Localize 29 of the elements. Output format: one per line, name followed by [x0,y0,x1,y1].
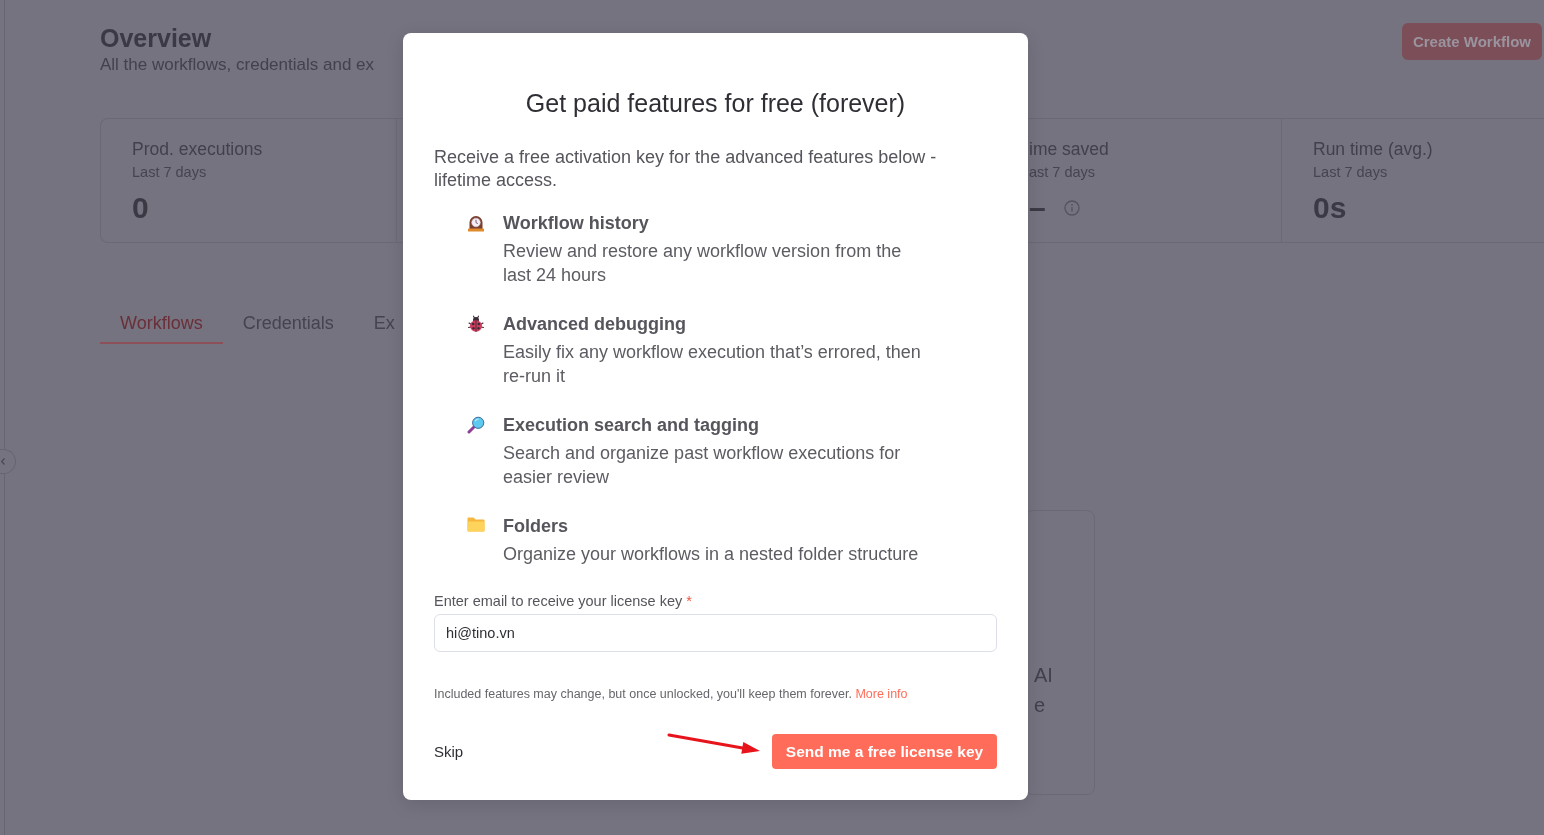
tab[interactable]: Workflows [100,310,223,344]
stat-value: 0 [132,191,149,225]
magnifying-glass-icon [467,416,485,434]
feature-title: Workflow history [503,212,649,235]
chevron-left-icon [1,458,5,465]
feature-description: Easily fix any workflow execution that’s errored, then re-run it [503,341,922,388]
feature-title: Execution search and tagging [503,414,760,437]
create-workflow-button[interactable]: Create Workflow [1401,23,1542,60]
clock-icon [467,214,485,232]
stat-value: – [1029,191,1046,225]
feature-description: Search and organize past workflow executions for easier review [503,442,902,489]
feature-title: Folders [503,515,568,538]
dialog-title: Get paid features for free (forever) [524,88,907,118]
sidebar-toggle-button[interactable] [0,449,16,474]
footnote-text: Included features may change, but once unlocked, you'll keep them forever. More info [434,686,909,702]
folder-icon [467,517,485,532]
page-title: Overview [100,24,213,52]
send-license-button[interactable]: Send me a free license key [772,734,997,769]
ladybug-icon [467,315,485,333]
feature-description: Organize your workflows in a nested folder structure [503,543,919,566]
dialog-description: Receive a free activation key for the advanced features below - lifetime access. [434,146,938,192]
stat-value: 0s [1313,191,1347,225]
email-input[interactable]: hi@tino.vn [434,614,997,652]
required-mark: * [686,593,692,609]
feature-title: Advanced debugging [503,313,686,336]
feature-description: Review and restore any workflow version from the last 24 hours [503,240,903,287]
skip-button[interactable]: Skip [434,742,464,761]
field-label: Enter email to receive your license key [434,593,683,609]
more-info-link[interactable]: More info [855,687,908,701]
